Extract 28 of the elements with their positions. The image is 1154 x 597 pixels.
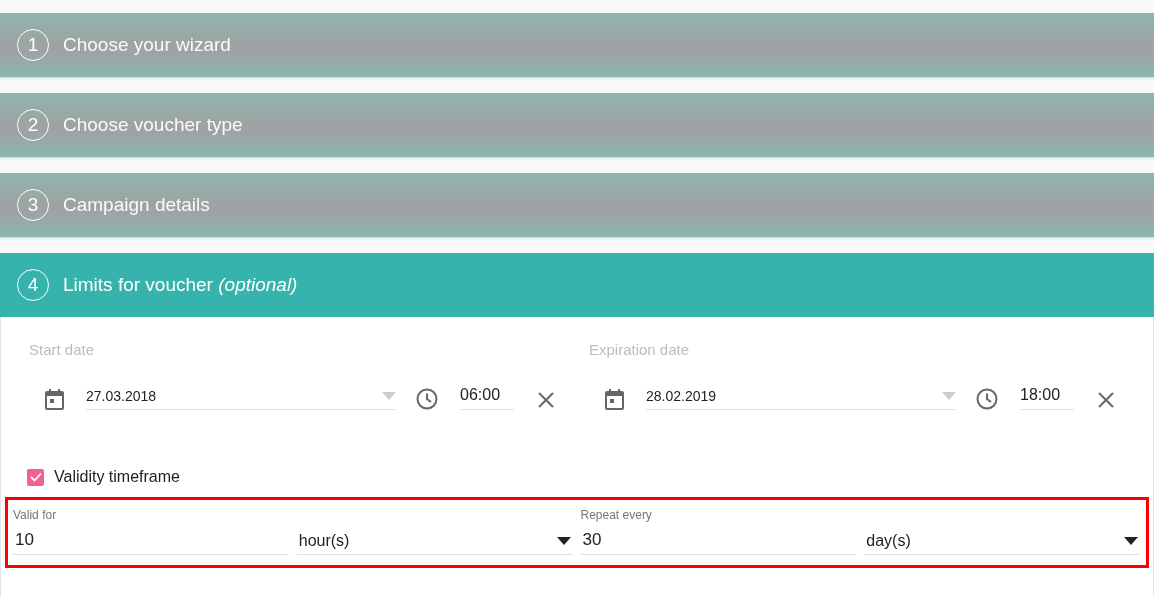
step-title: Campaign details (63, 194, 210, 216)
unit-select[interactable]: day(s) (864, 527, 1140, 555)
caret-icon (942, 392, 956, 400)
clear-button[interactable] (1098, 392, 1114, 408)
field-label: Repeat every (580, 508, 653, 522)
clear-button[interactable] (538, 392, 554, 408)
field-label: Valid for (13, 508, 58, 522)
caret-icon (382, 392, 396, 400)
time-field[interactable]: 06:00 (460, 382, 514, 410)
unit-select[interactable]: hour(s) (296, 527, 573, 555)
step-title: Choose your wizard (63, 34, 231, 56)
caret-icon (1124, 537, 1138, 545)
clock-icon[interactable] (976, 388, 998, 410)
clock-icon[interactable] (416, 388, 438, 410)
step-title: Limits for voucher (optional) (63, 274, 298, 296)
date-field[interactable]: 28.02.2019 (646, 384, 956, 410)
calendar-icon[interactable] (45, 389, 64, 410)
number-field[interactable]: 10 (13, 527, 289, 555)
number-field[interactable]: 30 (580, 527, 857, 555)
calendar-icon[interactable] (605, 389, 624, 410)
date-label: Expiration date (589, 341, 691, 358)
date-field[interactable]: 27.03.2018 (86, 384, 396, 410)
caret-icon (556, 537, 571, 545)
checkbox[interactable] (27, 468, 44, 486)
time-field[interactable]: 18:00 (1020, 382, 1074, 410)
step-title: Choose voucher type (63, 114, 243, 136)
checkbox-label: Validity timeframe (54, 468, 180, 486)
date-label: Start date (29, 341, 96, 358)
